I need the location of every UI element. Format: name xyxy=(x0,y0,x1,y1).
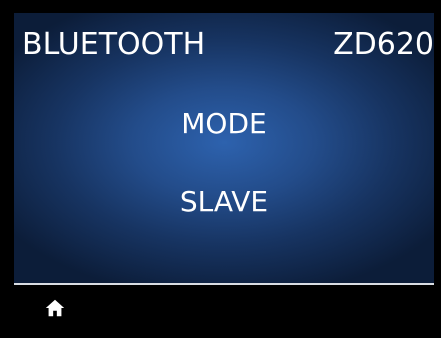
home-icon[interactable] xyxy=(44,296,66,320)
setting-label: MODE xyxy=(181,107,267,140)
setting-value[interactable]: SLAVE xyxy=(14,185,434,218)
page-title: BLUETOOTH xyxy=(22,27,206,62)
display-screen: BLUETOOTH ZD620 MODE SLAVE xyxy=(14,13,434,283)
footer-divider xyxy=(14,283,434,285)
printer-model: ZD620 xyxy=(333,27,434,62)
display-header: BLUETOOTH ZD620 xyxy=(14,13,434,73)
printer-display: BLUETOOTH ZD620 MODE SLAVE xyxy=(0,0,441,338)
